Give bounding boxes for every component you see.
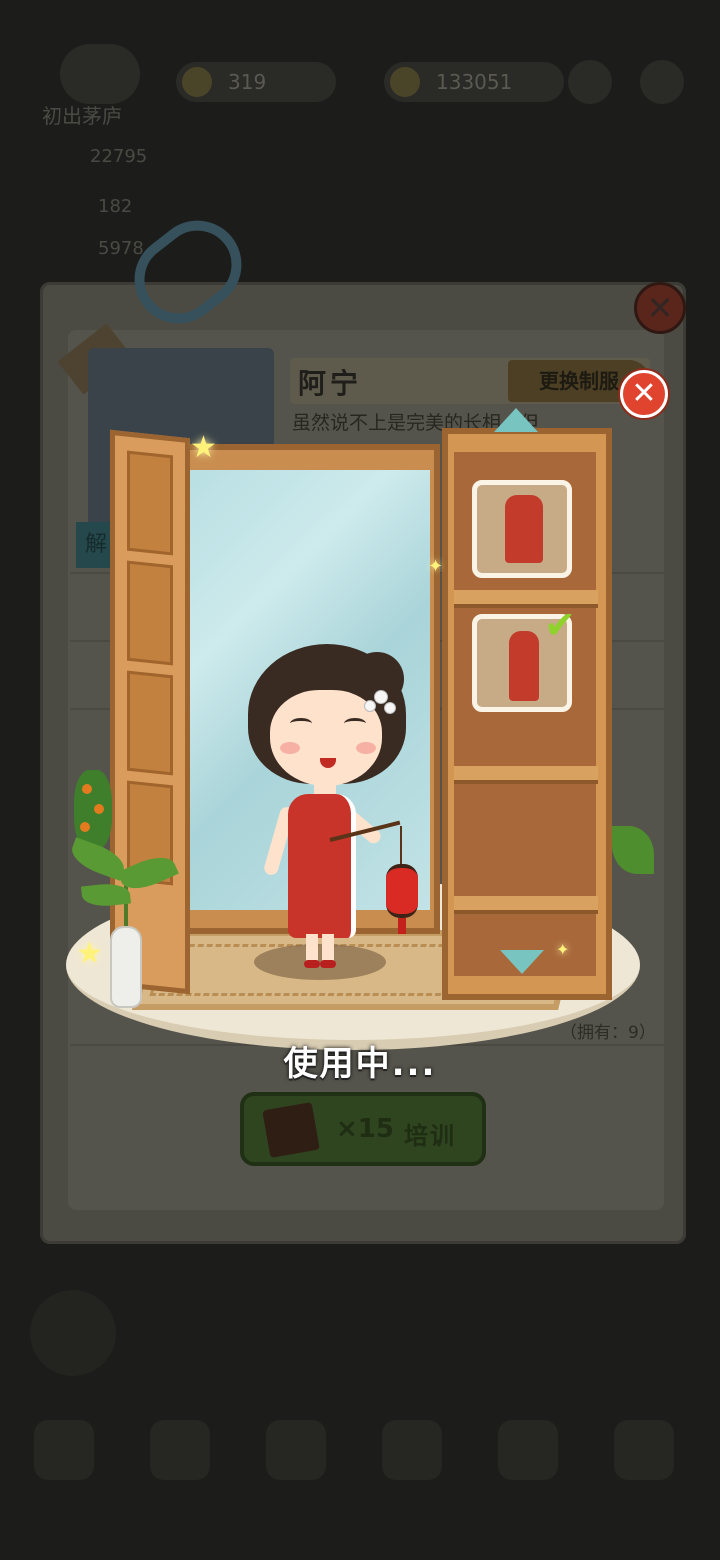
staff-name: 阿宁 bbox=[298, 367, 363, 400]
nav-item-3 bbox=[246, 1420, 346, 1530]
bottom-nav bbox=[0, 1420, 720, 1540]
stat-1: 182 bbox=[98, 196, 133, 217]
panel-close-icon: ✕ bbox=[634, 282, 686, 334]
money-value: 22795 bbox=[90, 146, 148, 167]
nav-icon bbox=[498, 1420, 558, 1480]
rank-title: 初出茅庐 bbox=[42, 104, 122, 128]
nav-icon bbox=[150, 1420, 210, 1480]
sparkle-icon: ★ bbox=[76, 936, 103, 971]
hairpin-pearl bbox=[364, 700, 376, 712]
in-use-status: 使用中... bbox=[283, 1044, 437, 1084]
gem-icon bbox=[390, 67, 420, 97]
hairpin-pearl bbox=[384, 702, 396, 714]
nav-icon bbox=[34, 1420, 94, 1480]
round-action-button bbox=[30, 1290, 116, 1376]
character-qipao bbox=[288, 794, 356, 938]
train-button: ×15 培训 bbox=[240, 1092, 486, 1166]
orange-fruit bbox=[82, 784, 92, 794]
shelf bbox=[454, 766, 598, 784]
top-hud: 319 133051 初出茅庐 22795 bbox=[0, 40, 720, 190]
scroll-up-arrow-icon[interactable] bbox=[494, 408, 538, 432]
coin-icon bbox=[182, 67, 212, 97]
right-cheek bbox=[356, 742, 376, 754]
door-pane bbox=[127, 670, 173, 776]
nav-icon bbox=[266, 1420, 326, 1480]
porcelain-vase bbox=[110, 926, 142, 1008]
nav-icon bbox=[382, 1420, 442, 1480]
shelf bbox=[454, 590, 598, 608]
sparkle-icon: ✦ bbox=[556, 940, 570, 959]
orange-fruit bbox=[80, 822, 90, 832]
nav-item-4 bbox=[362, 1420, 462, 1530]
lantern-tassel bbox=[398, 918, 406, 934]
selected-check-icon: ✔ bbox=[544, 603, 576, 647]
player-avatar bbox=[60, 44, 140, 104]
resource-pill-1: 319 bbox=[176, 62, 336, 102]
red-lantern-icon bbox=[386, 864, 418, 918]
nav-item-2 bbox=[130, 1420, 230, 1530]
outfit-slot-1[interactable] bbox=[472, 480, 572, 578]
door-pane bbox=[127, 560, 173, 666]
train-cost: ×15 bbox=[336, 1114, 394, 1144]
left-eye bbox=[290, 718, 312, 729]
orange-fruit bbox=[94, 804, 104, 814]
nav-icon bbox=[614, 1420, 674, 1480]
right-eye bbox=[344, 718, 366, 729]
left-door bbox=[110, 429, 190, 995]
door-pane bbox=[127, 450, 173, 556]
nav-item-6 bbox=[594, 1420, 694, 1530]
nav-item-1 bbox=[14, 1420, 114, 1530]
book-icon bbox=[262, 1102, 320, 1158]
sparkle-icon: ★ bbox=[190, 430, 217, 465]
stat-2: 5978 bbox=[98, 238, 144, 259]
scroll-down-arrow-icon[interactable] bbox=[500, 950, 544, 974]
close-wardrobe-button[interactable]: ✕ bbox=[620, 370, 668, 418]
train-label: 培训 bbox=[404, 1122, 456, 1150]
nav-item-5 bbox=[478, 1420, 578, 1530]
qipao-short-icon bbox=[505, 495, 543, 563]
sparkle-icon: ✦ bbox=[428, 556, 444, 577]
settings-icon bbox=[568, 60, 612, 104]
menu-icon bbox=[640, 60, 684, 104]
qipao-long-icon bbox=[509, 631, 539, 701]
shelf bbox=[454, 896, 598, 914]
right-shoe bbox=[320, 960, 336, 968]
resource-2-value: 133051 bbox=[436, 70, 513, 94]
resource-pill-2: 133051 bbox=[384, 62, 564, 102]
left-shoe bbox=[304, 960, 320, 968]
resource-1-value: 319 bbox=[228, 70, 267, 94]
left-cheek bbox=[280, 742, 300, 754]
owned-note: （拥有：9） bbox=[560, 1023, 656, 1043]
lantern-string bbox=[400, 826, 402, 866]
